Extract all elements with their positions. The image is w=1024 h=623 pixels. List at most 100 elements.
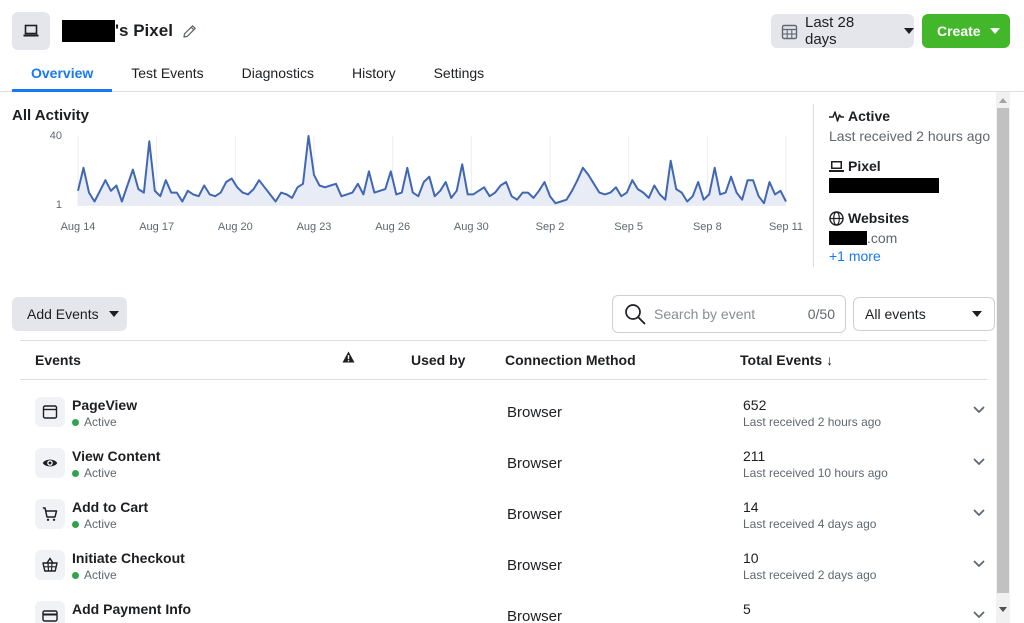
- search-events-box[interactable]: 0/50: [612, 295, 846, 333]
- tab-settings[interactable]: Settings: [415, 60, 504, 92]
- caret-down-icon: [904, 28, 914, 34]
- activity-area: [78, 136, 786, 205]
- website-domain: .com: [829, 230, 993, 246]
- event-total: 652: [743, 397, 767, 413]
- scroll-down-arrow-icon[interactable]: [996, 603, 1010, 615]
- browser-window-icon: [35, 397, 65, 427]
- chevron-down-icon[interactable]: [973, 560, 985, 568]
- column-header-connection[interactable]: Connection Method: [505, 352, 636, 368]
- vertical-scrollbar[interactable]: [996, 92, 1010, 623]
- status-dot: [72, 571, 79, 579]
- websites-heading: Websites: [829, 210, 993, 226]
- active-status: Active: [829, 108, 993, 124]
- event-name: View Content: [72, 448, 161, 464]
- pixel-id-redacted: [829, 178, 993, 194]
- event-status: Active: [72, 415, 117, 429]
- event-name: Add Payment Info: [72, 601, 192, 617]
- table-row[interactable]: Initiate Checkout Active Browser 10 Last…: [20, 548, 987, 599]
- event-status: Active: [72, 466, 117, 480]
- table-row[interactable]: Add to Cart Active Browser 14 Last recei…: [20, 497, 987, 548]
- page-header: 's Pixel Last 28 days Create Overview Te…: [0, 0, 1024, 92]
- table-row[interactable]: Add Payment Info Browser 5: [20, 599, 987, 623]
- add-events-label: Add Events: [27, 306, 99, 322]
- websites-label: Websites: [848, 210, 910, 226]
- event-status: Active: [72, 517, 117, 531]
- event-total: 14: [743, 499, 759, 515]
- date-range-button[interactable]: Last 28 days: [771, 14, 914, 48]
- add-events-button[interactable]: Add Events: [12, 297, 127, 331]
- table-header-divider: [20, 379, 987, 380]
- tab-bar: Overview Test Events Diagnostics History…: [12, 60, 503, 92]
- active-last-received: Last received 2 hours ago: [829, 128, 991, 144]
- event-status-label: Active: [84, 466, 117, 480]
- redacted-pixel-id: [829, 178, 939, 193]
- column-header-used-by[interactable]: Used by: [411, 352, 465, 368]
- event-status: Active: [72, 568, 117, 582]
- y-tick-label: 1: [56, 199, 62, 211]
- column-header-events[interactable]: Events: [35, 352, 81, 368]
- x-tick-label: Sep 8: [693, 221, 722, 233]
- caret-down-icon: [972, 311, 982, 317]
- x-tick-label: Aug 17: [139, 221, 174, 233]
- x-tick-label: Aug 20: [218, 221, 253, 233]
- scroll-up-arrow-icon[interactable]: [996, 94, 1010, 106]
- table-row[interactable]: PageView Active Browser 652 Last receive…: [20, 395, 987, 446]
- website-domain-suffix: .com: [867, 230, 898, 246]
- active-label: Active: [848, 108, 891, 124]
- chart-divider: [813, 104, 814, 267]
- search-input[interactable]: [654, 306, 794, 322]
- x-tick-label: Aug 23: [297, 221, 332, 233]
- event-total: 211: [743, 448, 766, 464]
- event-name: Initiate Checkout: [72, 550, 185, 566]
- create-button[interactable]: Create: [922, 14, 1010, 48]
- search-char-count: 0/50: [807, 306, 835, 322]
- warning-icon: [342, 351, 355, 363]
- tab-history[interactable]: History: [333, 60, 415, 92]
- cart-icon: [35, 499, 65, 529]
- laptop-icon: [12, 12, 50, 50]
- pulse-icon: [829, 110, 844, 123]
- caret-down-icon: [108, 311, 119, 317]
- pencil-icon[interactable]: [181, 23, 198, 40]
- basket-icon: [35, 550, 65, 580]
- y-tick-label: 40: [50, 130, 62, 142]
- event-connection: Browser: [507, 506, 563, 523]
- tab-overview[interactable]: Overview: [12, 60, 113, 92]
- chevron-down-icon[interactable]: [973, 611, 985, 619]
- event-total: 10: [743, 550, 759, 566]
- table-top-divider: [20, 340, 987, 341]
- event-status-label: Active: [84, 517, 117, 531]
- chevron-down-icon[interactable]: [973, 406, 985, 414]
- pixel-label: Pixel: [848, 158, 881, 174]
- calendar-icon: [781, 23, 798, 40]
- redacted-name: [62, 20, 115, 42]
- event-connection: Browser: [507, 455, 563, 472]
- chevron-down-icon[interactable]: [973, 458, 985, 466]
- create-label: Create: [937, 23, 981, 39]
- more-websites-link[interactable]: +1 more: [829, 248, 993, 264]
- laptop-icon: [829, 160, 844, 173]
- x-tick-label: Aug 26: [375, 221, 410, 233]
- page-title: 's Pixel: [62, 19, 198, 43]
- caret-down-icon: [989, 28, 1000, 34]
- tab-test-events[interactable]: Test Events: [112, 60, 222, 92]
- event-status-label: Active: [84, 415, 117, 429]
- activity-chart: 40 1 Aug 14 Aug 17 Aug 20 Aug 23 Aug 26 Aug 3…: [50, 130, 803, 233]
- chevron-down-icon[interactable]: [973, 509, 985, 517]
- event-name: PageView: [72, 397, 138, 413]
- scrollbar-thumb[interactable]: [997, 108, 1009, 593]
- table-row[interactable]: View Content Active Browser 211 Last rec…: [20, 446, 987, 497]
- event-total: 5: [743, 601, 751, 617]
- tab-diagnostics[interactable]: Diagnostics: [223, 60, 333, 92]
- redacted-domain: [829, 231, 867, 245]
- event-filter-value: All events: [865, 306, 926, 322]
- event-last-received: Last received 2 days ago: [743, 568, 877, 582]
- event-filter-select[interactable]: All events: [853, 297, 995, 331]
- x-tick-label: Sep 11: [769, 221, 803, 233]
- x-tick-label: Sep 5: [614, 221, 643, 233]
- x-tick-label: Sep 2: [536, 221, 565, 233]
- column-header-total-events[interactable]: Total Events ↓: [740, 352, 833, 368]
- event-connection: Browser: [507, 404, 563, 421]
- title-suffix: 's Pixel: [115, 21, 173, 40]
- eye-icon: [35, 448, 65, 478]
